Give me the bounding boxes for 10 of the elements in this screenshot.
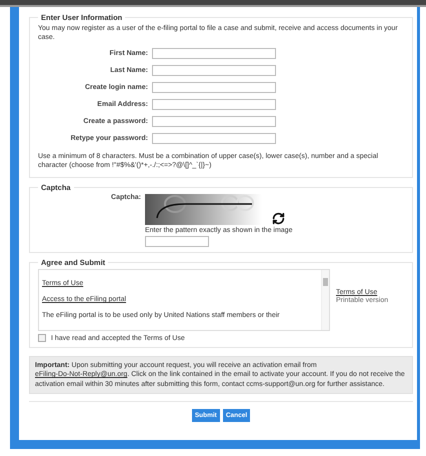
input-field[interactable] <box>152 99 276 110</box>
input-field[interactable] <box>152 65 276 76</box>
input-field[interactable] <box>152 116 276 128</box>
scrollbar[interactable] <box>321 270 329 330</box>
checkbox[interactable] <box>38 334 46 342</box>
input-field[interactable] <box>152 82 276 94</box>
captcha-input[interactable] <box>145 236 209 248</box>
input-field[interactable] <box>152 133 276 144</box>
input-field[interactable] <box>152 48 276 60</box>
refresh-icon[interactable] <box>272 212 285 226</box>
